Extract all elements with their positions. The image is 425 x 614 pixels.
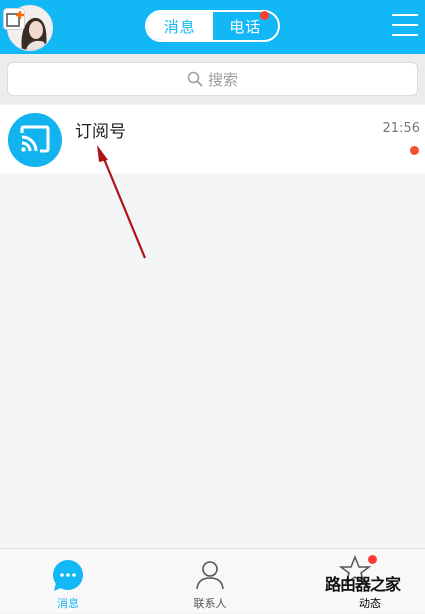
menu-icon[interactable] [392, 14, 418, 40]
watermark-text: 路由器之家 [325, 575, 401, 594]
nav-contacts-label: 联系人 [193, 597, 227, 610]
search-area: 搜索 [0, 54, 425, 104]
conversation-title: 订阅号 [75, 122, 126, 142]
add-account-button[interactable] [3, 8, 25, 30]
tab-messages[interactable]: 消息 [147, 12, 213, 40]
subscription-icon [8, 113, 62, 167]
message-phone-switch: 消息 电话 [145, 10, 280, 42]
add-icon [6, 11, 24, 27]
conversation-item-subscriptions[interactable]: 订阅号 21:56 [0, 105, 425, 173]
search-icon [187, 71, 203, 87]
search-placeholder: 搜索 [207, 70, 238, 89]
person-icon [196, 561, 224, 590]
tab-phone[interactable]: 电话 [213, 11, 279, 40]
nav-dynamics-label: 动态 [359, 597, 381, 610]
bottom-navigation: 消息 联系人 动态 路由器之家 [0, 548, 425, 613]
tab-messages-label: 消息 [163, 17, 196, 36]
unread-dot [410, 146, 419, 155]
dynamics-notification-dot [368, 555, 377, 564]
phone-notification-dot [260, 11, 269, 20]
empty-list-area [0, 173, 425, 548]
nav-dynamics[interactable]: 动态 路由器之家 [320, 549, 420, 614]
conversation-time: 21:56 [382, 121, 420, 136]
chat-bubble-icon [53, 560, 83, 591]
tab-phone-label: 电话 [229, 17, 262, 36]
top-header: 消息 电话 [0, 0, 425, 54]
nav-messages-label: 消息 [57, 597, 79, 610]
nav-contacts[interactable]: 联系人 [160, 549, 260, 614]
nav-messages[interactable]: 消息 [18, 549, 118, 614]
search-bar[interactable]: 搜索 [7, 62, 418, 96]
